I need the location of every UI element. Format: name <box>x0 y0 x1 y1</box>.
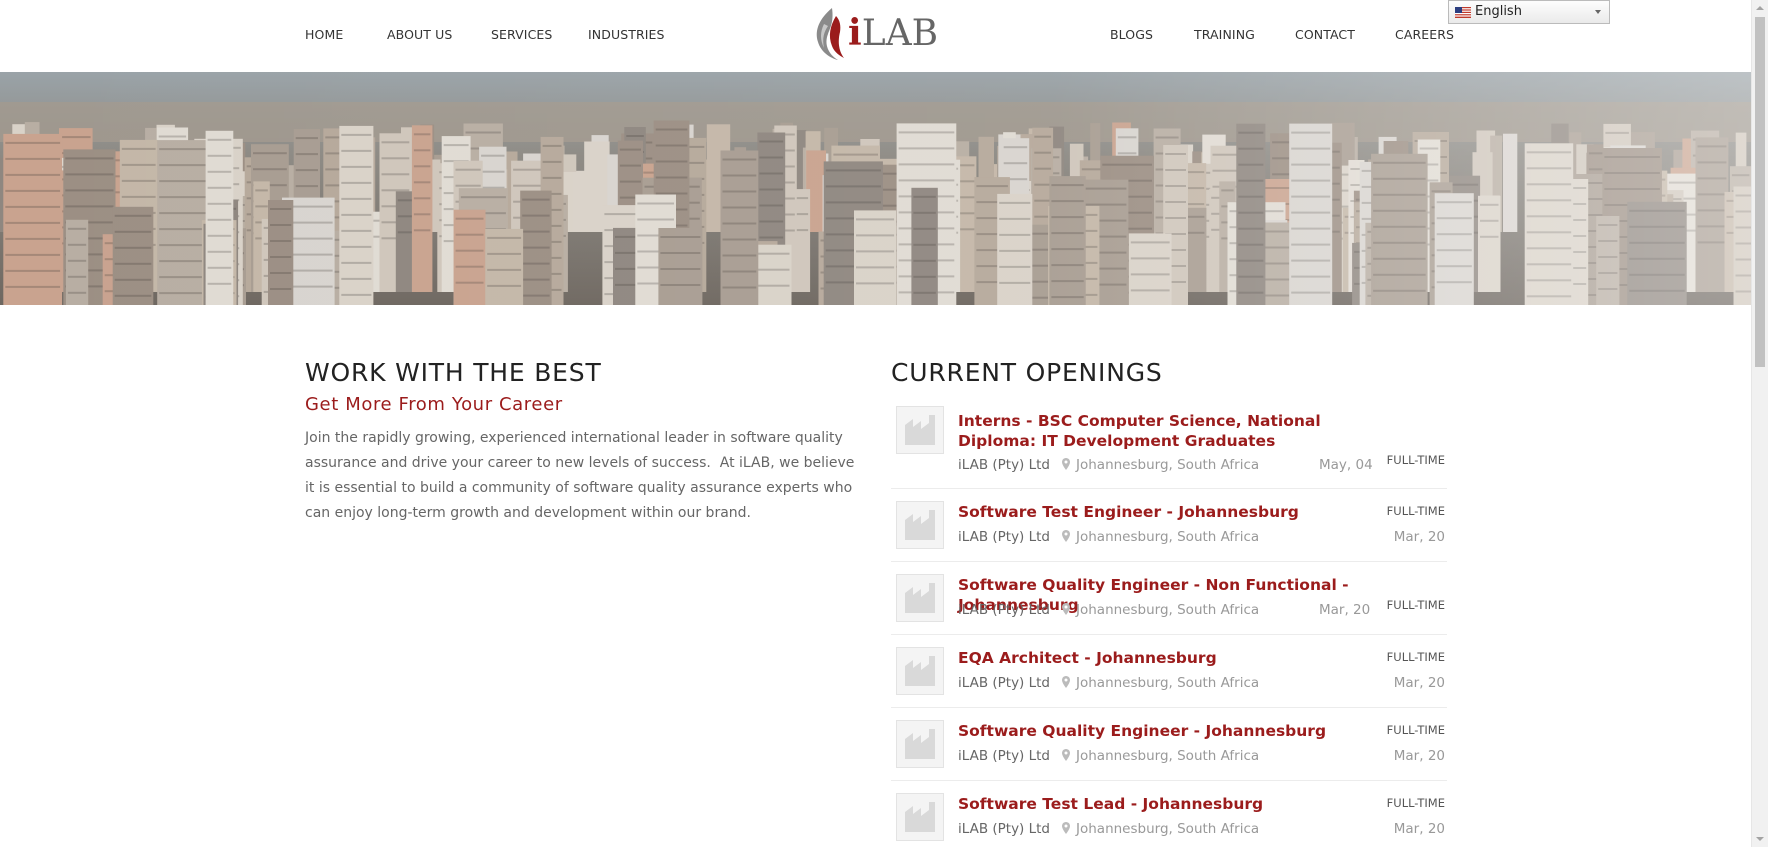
job-company: iLAB (Pty) Ltd <box>958 675 1051 691</box>
job-company: iLAB (Pty) Ltd <box>958 602 1051 618</box>
job-location: Johannesburg, South Africa <box>1062 529 1259 545</box>
factory-icon <box>905 729 935 759</box>
job-location-text: Johannesburg, South Africa <box>1076 748 1260 764</box>
job-list: Interns - BSC Computer Science, National… <box>891 400 1447 847</box>
factory-icon <box>905 656 935 686</box>
nav-contact[interactable]: CONTACT <box>1295 27 1355 42</box>
job-date: Mar, 20 <box>1393 821 1445 837</box>
job-date: May, 04 <box>1319 457 1373 473</box>
page-scrollbar[interactable] <box>1751 0 1768 847</box>
job-date: Mar, 20 <box>1393 675 1445 691</box>
scrollbar-thumb[interactable] <box>1755 17 1765 367</box>
job-location-text: Johannesburg, South Africa <box>1076 821 1260 837</box>
job-item: Software Test Lead - Johannesburg iLAB (… <box>891 781 1447 847</box>
job-location: Johannesburg, South Africa <box>1062 821 1259 837</box>
chevron-down-icon <box>1595 10 1601 14</box>
intro-paragraph: Join the rapidly growing, experienced in… <box>305 430 859 521</box>
job-location: Johannesburg, South Africa <box>1062 748 1259 764</box>
current-openings-title: CURRENT OPENINGS <box>891 358 1163 387</box>
job-type: FULL-TIME <box>1386 723 1445 737</box>
job-type: FULL-TIME <box>1386 650 1445 664</box>
job-location: Johannesburg, South Africa <box>1062 675 1259 691</box>
job-location-text: Johannesburg, South Africa <box>1076 675 1260 691</box>
factory-icon <box>905 583 935 613</box>
us-flag-icon <box>1455 7 1471 18</box>
factory-icon <box>905 510 935 540</box>
scroll-up-icon[interactable] <box>1756 6 1764 10</box>
job-item: Interns - BSC Computer Science, National… <box>891 400 1447 489</box>
nav-careers[interactable]: CAREERS <box>1395 27 1454 42</box>
language-selected: English <box>1475 4 1522 19</box>
company-logo-placeholder <box>896 406 944 454</box>
job-company: iLAB (Pty) Ltd <box>958 529 1051 545</box>
language-select[interactable]: English <box>1448 0 1610 24</box>
job-type: FULL-TIME <box>1386 504 1445 518</box>
career-subtitle: Get More From Your Career <box>305 394 563 415</box>
city-skyline-image <box>0 72 1751 305</box>
page-viewport: HOME ABOUT US SERVICES INDUSTRIES iLAB B… <box>0 0 1751 847</box>
nav-industries[interactable]: INDUSTRIES <box>588 27 665 42</box>
city-skyline-banner <box>0 72 1751 305</box>
job-date: Mar, 20 <box>1393 529 1445 545</box>
factory-icon <box>905 802 935 832</box>
nav-training[interactable]: TRAINING <box>1194 27 1255 42</box>
job-location-text: Johannesburg, South Africa <box>1076 602 1260 618</box>
job-location: Johannesburg, South Africa <box>1062 457 1259 473</box>
factory-icon <box>905 415 935 445</box>
job-item: Software Quality Engineer - Johannesburg… <box>891 708 1447 781</box>
job-type: FULL-TIME <box>1386 598 1445 612</box>
job-title-link[interactable]: Software Test Engineer - Johannesburg <box>958 502 1388 522</box>
job-company: iLAB (Pty) Ltd <box>958 457 1051 473</box>
map-pin-icon <box>1062 749 1070 761</box>
ilab-logo[interactable]: iLAB <box>810 6 940 64</box>
job-item: EQA Architect - Johannesburg iLAB (Pty) … <box>891 635 1447 708</box>
work-with-best-title: WORK WITH THE BEST <box>305 358 602 387</box>
job-item: Software Test Engineer - Johannesburg iL… <box>891 489 1447 562</box>
job-location: Johannesburg, South Africa <box>1062 602 1259 618</box>
logo-wordmark: iLAB <box>848 12 939 54</box>
job-type: FULL-TIME <box>1386 453 1445 467</box>
company-logo-placeholder <box>896 647 944 695</box>
job-location-text: Johannesburg, South Africa <box>1076 457 1260 473</box>
company-logo-placeholder <box>896 574 944 622</box>
job-type: FULL-TIME <box>1386 796 1445 810</box>
job-title-link[interactable]: Software Test Lead - Johannesburg <box>958 794 1388 814</box>
nav-services[interactable]: SERVICES <box>491 27 552 42</box>
job-company: iLAB (Pty) Ltd <box>958 821 1051 837</box>
nav-blogs[interactable]: BLOGS <box>1110 27 1153 42</box>
company-logo-placeholder <box>896 720 944 768</box>
map-pin-icon <box>1062 530 1070 542</box>
job-item: Software Quality Engineer - Non Function… <box>891 562 1447 635</box>
job-date: Mar, 20 <box>1319 602 1371 618</box>
company-logo-placeholder <box>896 501 944 549</box>
job-title-link[interactable]: Interns - BSC Computer Science, National… <box>958 411 1388 451</box>
job-location-text: Johannesburg, South Africa <box>1076 529 1260 545</box>
job-title-link[interactable]: EQA Architect - Johannesburg <box>958 648 1388 668</box>
nav-about-us[interactable]: ABOUT US <box>387 27 452 42</box>
flame-logo-icon <box>816 8 844 60</box>
job-date: Mar, 20 <box>1393 748 1445 764</box>
job-title-link[interactable]: Software Quality Engineer - Johannesburg <box>958 721 1388 741</box>
map-pin-icon <box>1062 676 1070 688</box>
company-logo-placeholder <box>896 793 944 841</box>
scroll-down-icon[interactable] <box>1756 837 1764 841</box>
map-pin-icon <box>1062 458 1070 470</box>
site-header: HOME ABOUT US SERVICES INDUSTRIES iLAB B… <box>0 0 1751 72</box>
map-pin-icon <box>1062 603 1070 615</box>
job-company: iLAB (Pty) Ltd <box>958 748 1051 764</box>
nav-home[interactable]: HOME <box>305 27 343 42</box>
map-pin-icon <box>1062 822 1070 834</box>
